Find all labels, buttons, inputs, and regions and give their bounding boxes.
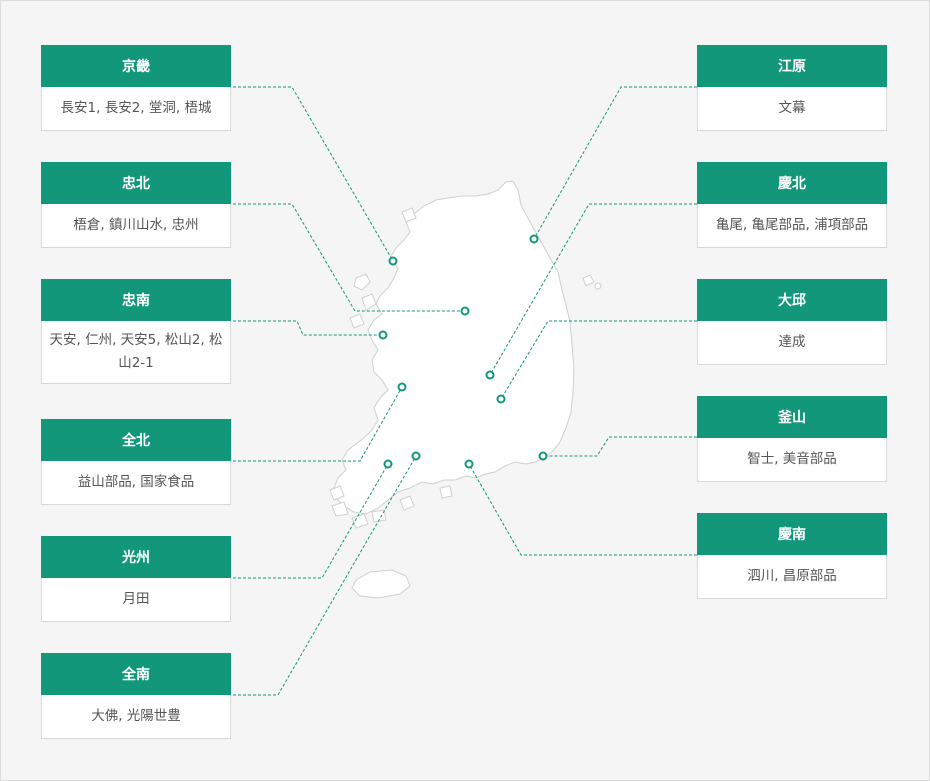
marker-daegu[interactable] <box>496 394 506 404</box>
region-sites-gangwon: 文幕 <box>778 100 806 116</box>
region-title-gyeonggi: 京畿 <box>41 45 231 87</box>
jeju-island <box>351 569 411 599</box>
region-card-gangwon: 江原 文幕 <box>697 45 887 131</box>
region-card-jeonbuk: 全北 益山部品, 国家食品 <box>41 419 231 505</box>
west-island-3 <box>349 313 365 329</box>
marker-chungbuk[interactable] <box>460 306 470 316</box>
region-title-chungbuk: 忠北 <box>41 162 231 204</box>
region-card-gyeongnam: 慶南 泗川, 昌原部品 <box>697 513 887 599</box>
region-title-gwangju: 光州 <box>41 536 231 578</box>
leader-gangwon <box>533 86 697 240</box>
region-sites-gwangju: 月田 <box>122 591 150 607</box>
marker-gyeongnam[interactable] <box>464 459 474 469</box>
marker-gyeongbuk[interactable] <box>485 370 495 380</box>
west-island-1 <box>353 273 371 291</box>
south-island-2 <box>439 485 453 499</box>
leader-gyeonggi <box>233 86 394 262</box>
region-card-jeonnam: 全南 大佛, 光陽世豊 <box>41 653 231 739</box>
southwest-island-3 <box>351 513 369 529</box>
region-title-jeonnam: 全南 <box>41 653 231 695</box>
region-title-gyeongnam: 慶南 <box>697 513 887 555</box>
south-island-1 <box>399 495 415 511</box>
region-title-busan: 釜山 <box>697 396 887 438</box>
region-card-daegu: 大邱 達成 <box>697 279 887 365</box>
marker-jeonnam[interactable] <box>411 451 421 461</box>
leader-busan <box>543 436 697 457</box>
marker-busan[interactable] <box>538 451 548 461</box>
leader-gyeongnam <box>468 463 697 556</box>
marker-chungnam[interactable] <box>378 330 388 340</box>
region-card-gwangju: 光州 月田 <box>41 536 231 622</box>
korea-mainland-shape <box>333 180 575 515</box>
ulleungdo-island <box>582 274 595 287</box>
region-card-busan: 釜山 智士, 美音部品 <box>697 396 887 482</box>
region-sites-daegu: 達成 <box>778 334 806 350</box>
region-sites-gyeongbuk: 亀尾, 亀尾部品, 浦項部品 <box>715 217 869 233</box>
west-island-2 <box>361 293 377 311</box>
marker-gwangju[interactable] <box>383 459 393 469</box>
region-sites-chungnam: 天安, 仁州, 天安5, 松山2, 松山2-1 <box>49 332 223 371</box>
region-title-chungnam: 忠南 <box>41 279 231 321</box>
marker-gyeonggi[interactable] <box>388 256 398 266</box>
region-sites-busan: 智士, 美音部品 <box>747 451 837 467</box>
region-sites-gyeonggi: 長安1, 長安2, 堂洞, 梧城 <box>60 100 212 116</box>
region-title-daegu: 大邱 <box>697 279 887 321</box>
dokdo-island <box>594 282 602 290</box>
region-sites-jeonnam: 大佛, 光陽世豊 <box>91 708 181 724</box>
region-card-gyeongbuk: 慶北 亀尾, 亀尾部品, 浦項部品 <box>697 162 887 248</box>
region-card-gyeonggi: 京畿 長安1, 長安2, 堂洞, 梧城 <box>41 45 231 131</box>
region-card-chungnam: 忠南 天安, 仁州, 天安5, 松山2, 松山2-1 <box>41 279 231 384</box>
region-card-chungbuk: 忠北 梧倉, 鎮川山水, 忠州 <box>41 162 231 248</box>
region-sites-chungbuk: 梧倉, 鎮川山水, 忠州 <box>73 217 199 233</box>
region-title-gangwon: 江原 <box>697 45 887 87</box>
region-title-jeonbuk: 全北 <box>41 419 231 461</box>
marker-gangwon[interactable] <box>529 234 539 244</box>
region-sites-gyeongnam: 泗川, 昌原部品 <box>747 568 837 584</box>
region-title-gyeongbuk: 慶北 <box>697 162 887 204</box>
region-sites-jeonbuk: 益山部品, 国家食品 <box>77 474 195 490</box>
marker-jeonbuk[interactable] <box>397 382 407 392</box>
